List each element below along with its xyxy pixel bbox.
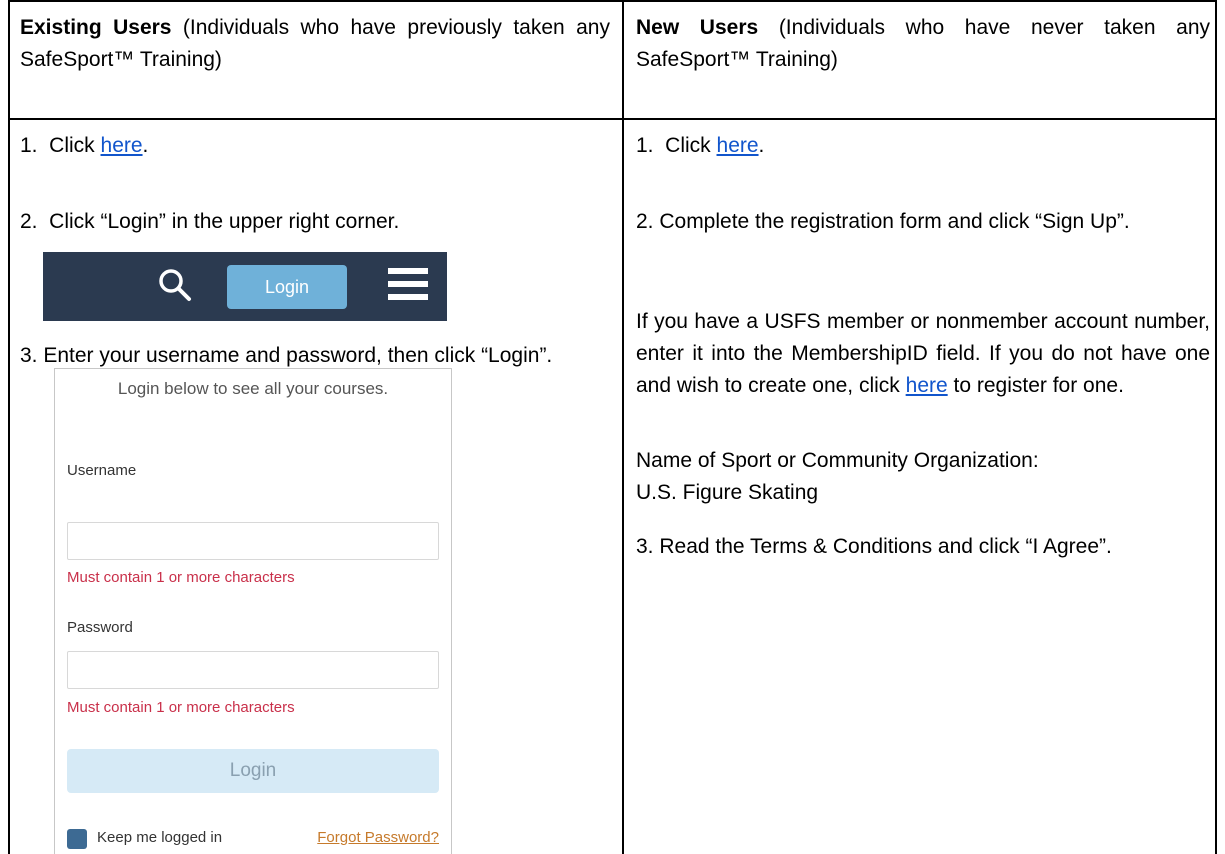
new-users-header: New Users (Individuals who have never ta… [636,12,1210,76]
existing-step-1-prefix: 1. Click [20,134,101,157]
password-field [67,651,439,689]
new-step-1-suffix: . [758,134,765,157]
login-bar-screenshot: Login [43,252,447,321]
register-here-link[interactable]: here [906,374,948,397]
column-divider [622,0,624,854]
header-row-divider [10,118,1215,120]
forgot-password-link: Forgot Password? [317,829,439,846]
new-users-title: New Users [636,16,759,39]
new-step-2: 2. Complete the registration form and cl… [636,210,1130,233]
keep-logged-in-checkbox [67,829,87,849]
organization-value: U.S. Figure Skating [636,481,819,504]
new-step-3: 3. Read the Terms & Conditions and click… [636,535,1112,558]
search-icon [159,269,191,301]
organization-label: Name of Sport or Community Organization: [636,449,1039,472]
login-form-screenshot: Login below to see all your courses. Use… [54,368,452,854]
membership-paragraph: If you have a USFS member or nonmember a… [636,306,1210,402]
login-form-button: Login [67,749,439,793]
keep-logged-in-label: Keep me logged in [97,829,223,846]
password-label: Password [67,619,133,636]
new-step-1-prefix: 1. Click [636,134,717,157]
login-form-heading: Login below to see all your courses. [117,379,389,398]
existing-users-header: Existing Users (Individuals who have pre… [20,12,610,76]
existing-step-1-suffix: . [142,134,149,157]
login-bar-button: Login [227,265,347,309]
instruction-table: Existing Users (Individuals who have pre… [8,0,1217,854]
username-field [67,522,439,560]
existing-step-1: 1. Click here. [20,130,610,162]
existing-step-2: 2. Click “Login” in the upper right corn… [20,210,400,233]
membership-text-end: to register for one. [947,374,1124,397]
existing-users-title: Existing Users [20,16,172,39]
hamburger-menu-icon [388,268,428,306]
new-step-1: 1. Click here. [636,130,1210,162]
table-top-border [10,0,1215,2]
password-error: Must contain 1 or more characters [67,699,295,716]
new-here-link[interactable]: here [717,134,759,157]
existing-here-link[interactable]: here [101,134,143,157]
username-error: Must contain 1 or more characters [67,569,295,586]
username-label: Username [67,462,137,479]
